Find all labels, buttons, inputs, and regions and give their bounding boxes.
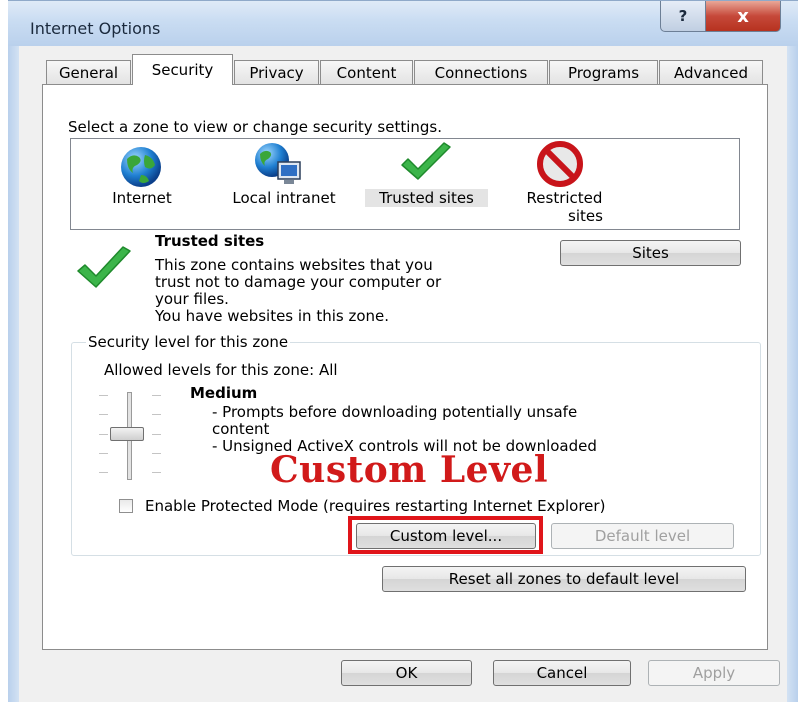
protected-mode-label[interactable]: Enable Protected Mode (requires restarti… (145, 497, 605, 515)
slider-tick (99, 414, 108, 415)
zone-trusted-sites-label[interactable]: Trusted sites (365, 189, 488, 207)
zone-local-intranet-label[interactable]: Local intranet (219, 189, 349, 207)
slider-tick (99, 453, 108, 454)
intranet-icon[interactable] (252, 142, 304, 192)
zone-internet-label[interactable]: Internet (100, 189, 184, 207)
security-level-desc-line: - Prompts before downloading potentially… (212, 403, 578, 421)
cancel-button[interactable]: Cancel (493, 660, 631, 686)
ok-button[interactable]: OK (341, 660, 472, 686)
custom-level-highlight (348, 516, 543, 554)
security-level-slider-thumb[interactable] (110, 427, 144, 441)
sites-button[interactable]: Sites (560, 240, 741, 266)
protected-mode-checkbox[interactable] (119, 499, 133, 513)
slider-tick (152, 434, 161, 435)
slider-tick (152, 453, 161, 454)
slider-tick (99, 472, 108, 473)
zone-restricted-label-line1: Restricted (526, 189, 603, 207)
checkmark-icon[interactable] (398, 141, 454, 189)
slider-tick (99, 395, 108, 396)
selected-zone-title: Trusted sites (155, 232, 265, 250)
prohibited-icon[interactable] (537, 141, 583, 191)
security-level-desc-line: content (212, 420, 270, 438)
zone-prompt: Select a zone to view or change security… (68, 118, 443, 136)
security-level-legend: Security level for this zone (86, 333, 291, 351)
trusted-sites-large-icon (74, 245, 134, 295)
apply-button[interactable]: Apply (648, 660, 780, 686)
slider-tick (152, 414, 161, 415)
default-level-button[interactable]: Default level (551, 523, 734, 549)
globe-icon[interactable] (117, 145, 165, 193)
zone-restricted-label-line2: sites (568, 207, 603, 225)
allowed-levels-text: Allowed levels for this zone: All (104, 361, 338, 379)
custom-level-annotation: Custom Level (270, 449, 549, 491)
reset-all-zones-button[interactable]: Reset all zones to default level (382, 566, 746, 592)
slider-tick (152, 472, 161, 473)
slider-tick (99, 434, 108, 435)
security-level-name: Medium (190, 384, 258, 402)
selected-zone-desc-line: your files. (155, 290, 229, 308)
selected-zone-desc-line: You have websites in this zone. (155, 307, 390, 325)
slider-tick (152, 395, 161, 396)
selected-zone-desc-line: This zone contains websites that you (155, 256, 433, 274)
selected-zone-desc-line: trust not to damage your computer or (155, 273, 442, 291)
zone-restricted-sites-label[interactable]: Restricted sites (517, 189, 612, 225)
